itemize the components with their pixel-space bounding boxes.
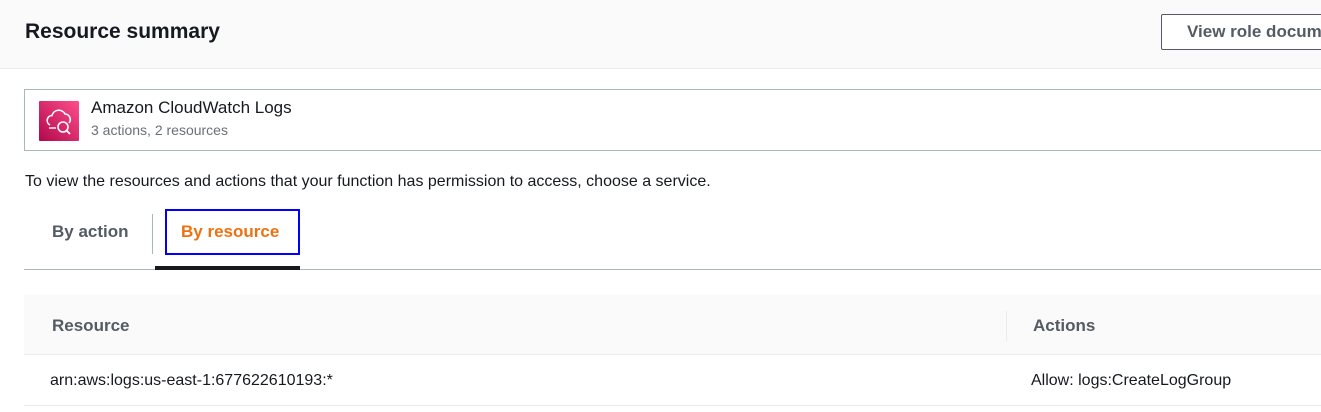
service-name: Amazon CloudWatch Logs: [91, 98, 292, 117]
instruction-text: To view the resources and actions that y…: [25, 173, 711, 190]
service-summary: 3 actions, 2 resources: [91, 122, 228, 138]
resource-table: Resource Actions arn:aws:logs:us-east-1:…: [24, 295, 1321, 412]
column-header-resource: Resource: [52, 316, 130, 335]
table-header: Resource Actions: [24, 295, 1321, 355]
tab-by-action[interactable]: By action: [24, 206, 154, 268]
resource-summary-header: Resource summary View role document: [0, 0, 1321, 69]
tab-list: By action By resource: [24, 206, 1321, 270]
view-role-document-button[interactable]: View role document: [1161, 14, 1321, 50]
cell-actions: Allow: logs:CreateLogGroup: [1031, 372, 1232, 389]
cell-resource: arn:aws:logs:us-east-1:677622610193:*: [50, 372, 333, 389]
tab-by-resource[interactable]: By resource: [155, 206, 300, 270]
column-header-actions: Actions: [1033, 316, 1096, 335]
page-title: Resource summary: [25, 20, 220, 43]
tab-by-action-label: By action: [52, 222, 129, 241]
table-row: arn:aws:logs:us-east-1:677622610193:* Al…: [24, 355, 1321, 406]
tab-by-resource-label: By resource: [181, 222, 280, 241]
column-separator: [1006, 311, 1007, 341]
cloudwatch-logs-icon: [39, 101, 79, 141]
service-card-cloudwatch-logs[interactable]: Amazon CloudWatch Logs 3 actions, 2 reso…: [24, 89, 1321, 151]
tab-divider: [152, 214, 153, 254]
